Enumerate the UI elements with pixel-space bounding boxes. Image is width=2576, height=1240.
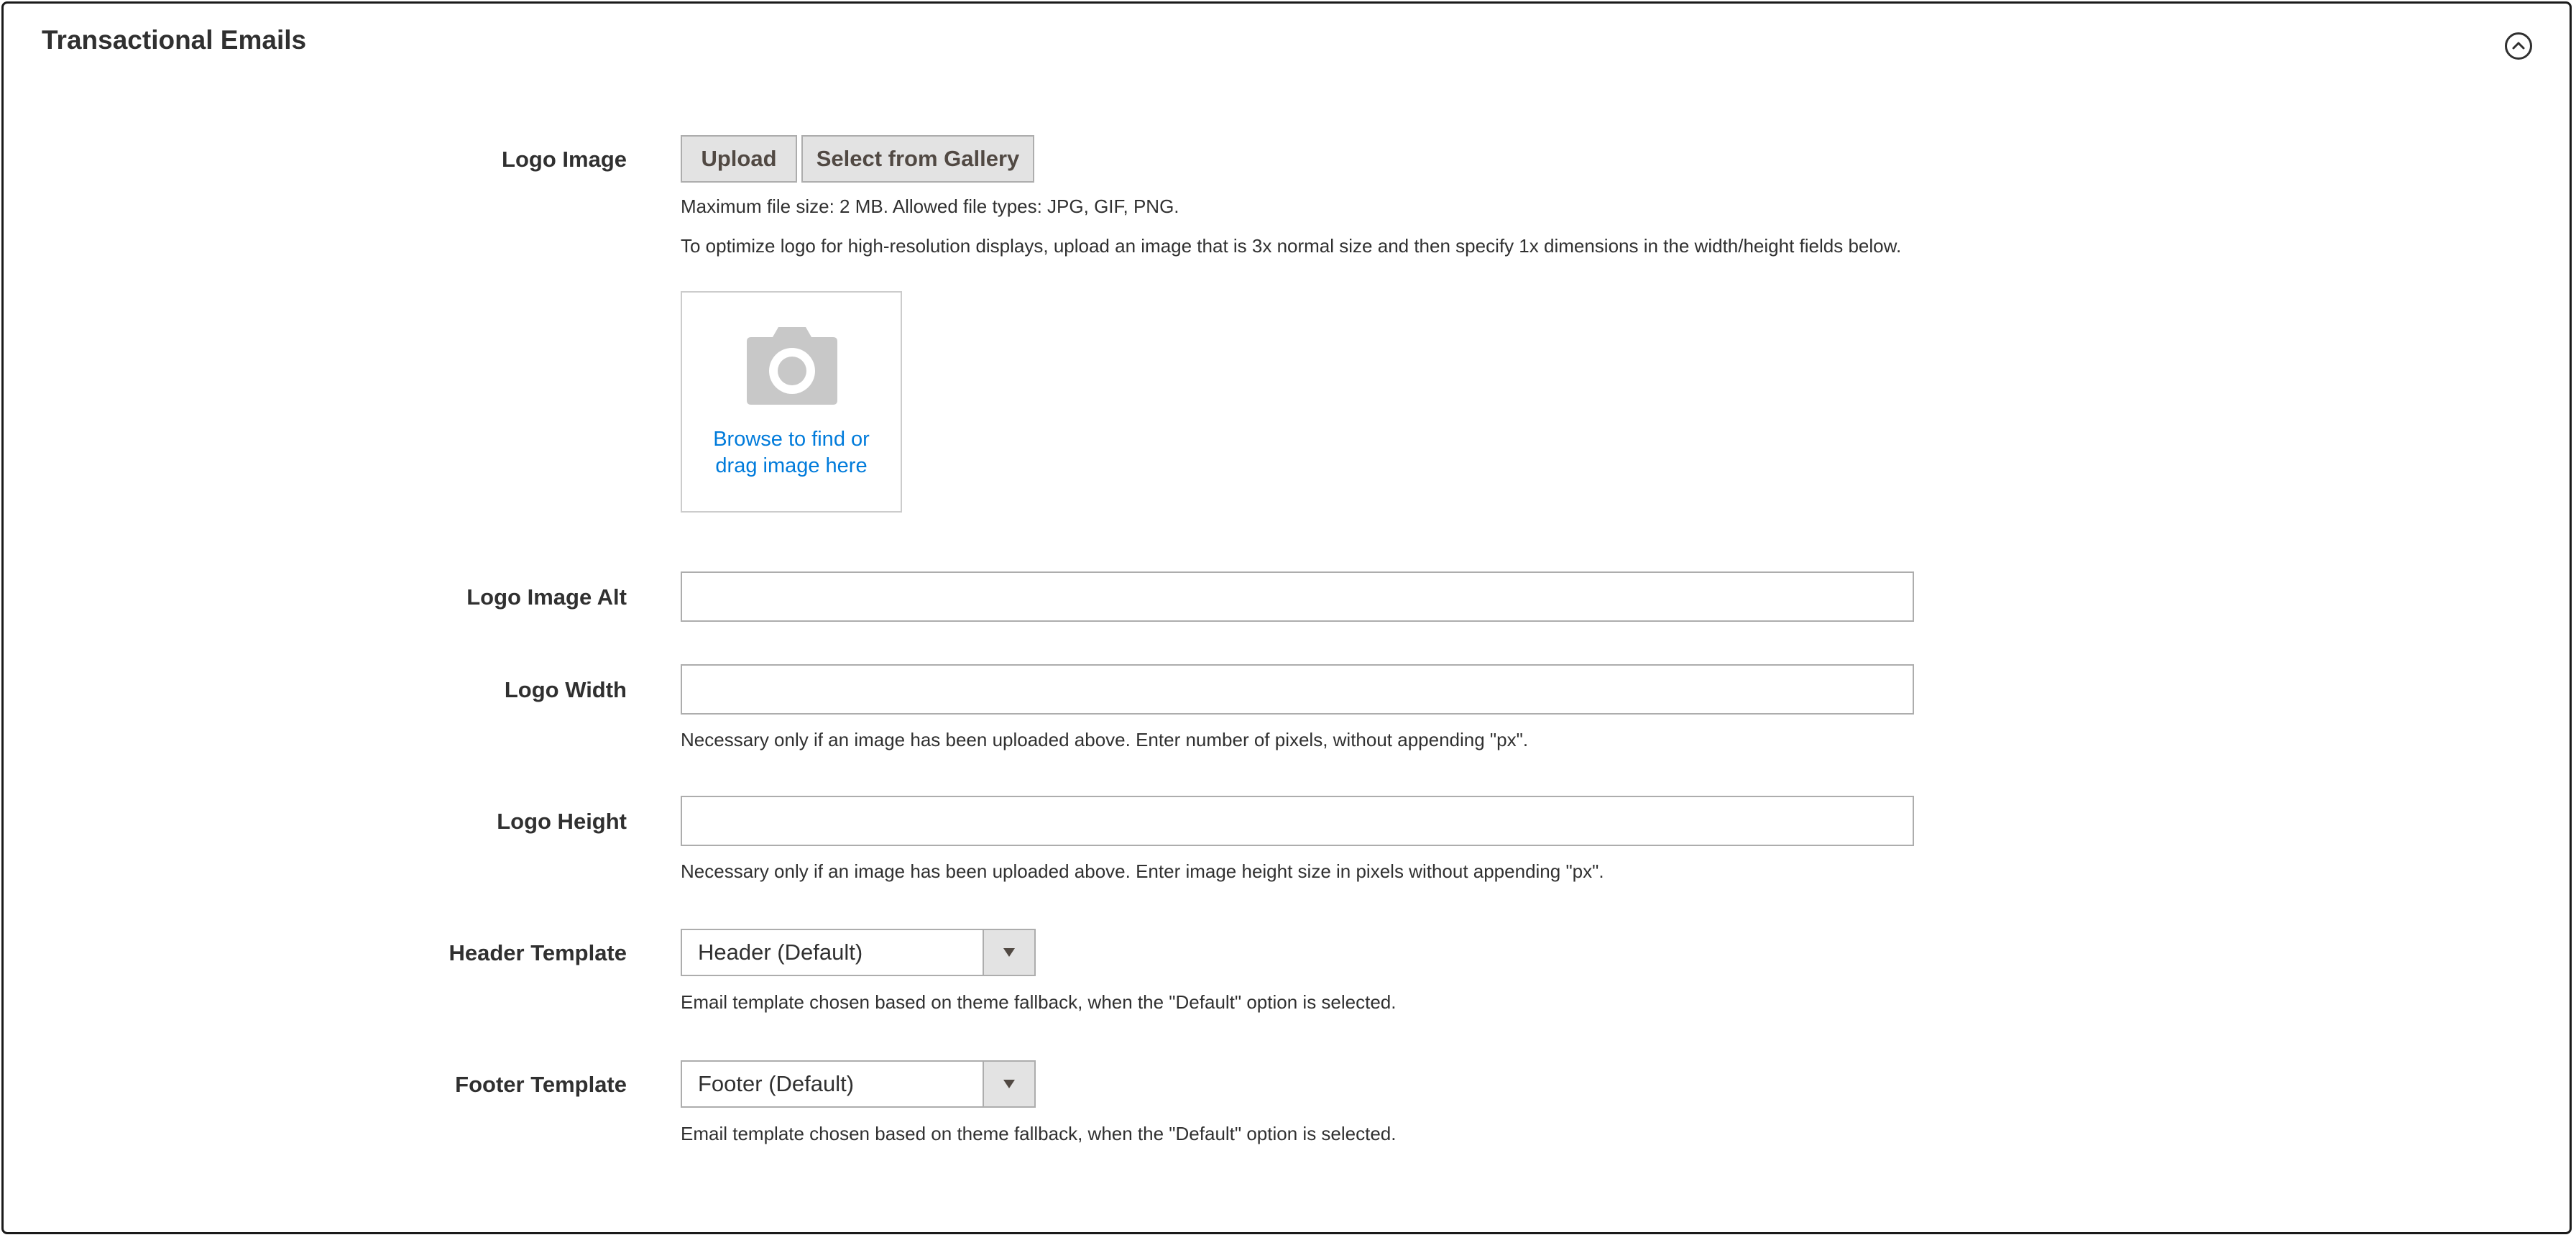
- dropzone-text-line1[interactable]: Browse to find or: [689, 426, 893, 453]
- header-template-select[interactable]: Header (Default): [681, 929, 1036, 976]
- select-from-gallery-button[interactable]: Select from Gallery: [801, 135, 1034, 183]
- triangle-down-icon: [1003, 1080, 1015, 1088]
- collapse-toggle-icon[interactable]: [2505, 32, 2532, 60]
- logo-image-label: Logo Image: [502, 147, 627, 172]
- header-template-label: Header Template: [448, 940, 627, 965]
- dropzone-text[interactable]: Browse to find or drag image here: [689, 426, 893, 479]
- section-title: Transactional Emails: [42, 25, 307, 55]
- camera-icon: [747, 327, 837, 405]
- dropdown-arrow-icon[interactable]: [983, 1062, 1034, 1106]
- logo-resolution-note: To optimize logo for high-resolution dis…: [681, 235, 1902, 257]
- header-template-note: Email template chosen based on theme fal…: [681, 991, 1397, 1013]
- logo-file-size-note: Maximum file size: 2 MB. Allowed file ty…: [681, 196, 1179, 217]
- logo-image-alt-input[interactable]: [681, 571, 1914, 622]
- logo-width-label: Logo Width: [504, 677, 627, 702]
- image-dropzone[interactable]: Browse to find or drag image here: [681, 291, 902, 513]
- footer-template-select[interactable]: Footer (Default): [681, 1060, 1036, 1108]
- logo-width-note: Necessary only if an image has been uplo…: [681, 729, 1529, 750]
- logo-height-note: Necessary only if an image has been uplo…: [681, 860, 1604, 882]
- logo-image-alt-label: Logo Image Alt: [466, 584, 627, 610]
- header-template-selected[interactable]: Header (Default): [698, 930, 862, 975]
- upload-button[interactable]: Upload: [681, 135, 797, 183]
- logo-height-label: Logo Height: [497, 809, 627, 834]
- footer-template-selected[interactable]: Footer (Default): [698, 1062, 854, 1106]
- footer-template-note: Email template chosen based on theme fal…: [681, 1123, 1397, 1144]
- logo-width-input[interactable]: [681, 664, 1914, 715]
- dropdown-arrow-icon[interactable]: [983, 930, 1034, 975]
- config-section-panel: Transactional Emails Logo Image Upload S…: [1, 1, 2572, 1234]
- footer-template-label: Footer Template: [455, 1072, 627, 1097]
- logo-height-input[interactable]: [681, 796, 1914, 846]
- dropzone-text-line2[interactable]: drag image here: [689, 453, 893, 479]
- chevron-up-icon: [2512, 42, 2525, 50]
- triangle-down-icon: [1003, 948, 1015, 957]
